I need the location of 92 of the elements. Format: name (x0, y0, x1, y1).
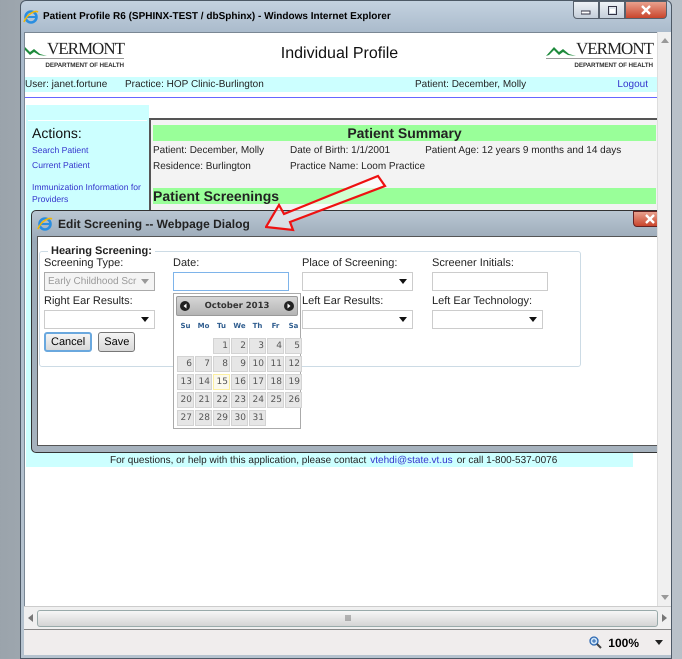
day-cell[interactable]: 1 (213, 338, 230, 354)
input-field[interactable] (432, 272, 548, 291)
day-cell[interactable]: 7 (195, 356, 212, 372)
scroll-right-icon[interactable] (662, 614, 667, 622)
user-name: User: janet.fortune (25, 79, 108, 90)
day-cell[interactable]: 24 (249, 392, 266, 408)
email-link[interactable]: vtehdi@state.vt.us (370, 454, 453, 466)
day-cell[interactable]: 31 (249, 410, 266, 426)
minimize-button[interactable] (573, 1, 599, 19)
day-cell[interactable]: 30 (231, 410, 248, 426)
day-cell[interactable]: 14 (195, 374, 212, 390)
actions-heading: Actions: (32, 125, 83, 141)
day-cell[interactable]: 5 (285, 338, 302, 354)
info-text: Practice Name: Loom Practice (290, 161, 426, 172)
page-title: Individual Profile (280, 45, 398, 63)
day-cell[interactable]: 18 (267, 374, 284, 390)
zoom-level[interactable]: 100% (608, 636, 639, 650)
info-text: Date of Birth: 1/1/2001 (290, 145, 392, 156)
day-cell[interactable]: 4 (267, 338, 284, 354)
day-cell[interactable]: 26 (285, 392, 302, 408)
close-button[interactable] (633, 211, 657, 227)
caret-icon (141, 317, 149, 322)
day-cell[interactable]: 11 (267, 356, 284, 372)
day-cell[interactable]: 17 (249, 374, 266, 390)
caret-icon (141, 279, 149, 284)
field-label: Right Ear Results: (44, 295, 134, 307)
close-icon (641, 5, 651, 15)
info-text: Patient Age: 12 years 9 months and 14 days (425, 145, 622, 156)
grip-icon (344, 615, 350, 621)
input-field[interactable] (173, 272, 289, 291)
day-cell[interactable]: 23 (231, 392, 248, 408)
zoom-icon[interactable] (589, 636, 602, 649)
day-cell[interactable]: 28 (195, 410, 212, 426)
close-button[interactable] (625, 1, 667, 19)
field-label: Date: (173, 257, 200, 269)
day-cell[interactable]: 3 (249, 338, 266, 354)
caret-icon[interactable] (655, 640, 663, 645)
logo-text: VERMONT (46, 40, 124, 56)
browser-logo-icon (37, 216, 53, 232)
scrollbar-thumb[interactable] (37, 610, 658, 626)
scroll-left-icon[interactable] (28, 614, 33, 622)
day-cell[interactable]: 8 (213, 356, 230, 372)
caret-icon (399, 279, 407, 284)
practice-name: Practice: HOP Clinic-Burlington (125, 79, 265, 90)
maximize-button[interactable] (599, 1, 625, 19)
day-cell[interactable]: 22 (213, 392, 230, 408)
dialog-title: Edit Screening -- Webpage Dialog (58, 216, 251, 230)
day-cell[interactable]: 16 (231, 374, 248, 390)
previous-month-icon[interactable] (180, 301, 190, 311)
sidebar-link[interactable]: Current Patient (32, 158, 147, 173)
day-cell[interactable]: 25 (267, 392, 284, 408)
field-label: Place of Screening: (302, 257, 398, 269)
footer-text: or call 1-800-537-0076 (456, 454, 558, 466)
next-month-icon[interactable] (284, 301, 294, 311)
section-header: Patient Screenings (153, 188, 656, 204)
month-title: October 2013 (204, 301, 270, 311)
logo-text: VERMONT (576, 40, 653, 56)
field-label: Left Ear Results: (302, 295, 384, 307)
day-cell[interactable]: 15 (213, 374, 230, 390)
caret-icon (529, 317, 537, 322)
field-label: Screening Type: (44, 257, 124, 269)
dialog-button[interactable]: Save (98, 332, 136, 352)
patient-name: Patient: December, Molly (415, 79, 528, 90)
day-cell[interactable]: 19 (285, 374, 302, 390)
footer-text: For questions, or help with this application, please contact (110, 454, 366, 466)
window-title: Patient Profile R6 (SPHINX-TEST / dbSphinx) - Windows Internet Explorer (43, 11, 392, 22)
scroll-down-icon[interactable] (660, 595, 668, 600)
sidebar-link[interactable]: Search Patient (32, 143, 147, 158)
browser-logo-icon (23, 8, 39, 24)
section-legend: Hearing Screening: (48, 245, 155, 257)
day-cell[interactable]: 9 (231, 356, 248, 372)
field-label: Left Ear Technology: (432, 295, 534, 307)
info-text: Residence: Burlington (153, 161, 252, 172)
field-label: Screener Initials: (432, 257, 515, 269)
sidebar-link[interactable]: Immunization Information for Providers (32, 181, 147, 205)
info-text: Patient: December, Molly (153, 145, 266, 156)
day-cell[interactable]: 13 (177, 374, 194, 390)
maximize-icon (608, 6, 616, 14)
section-header: Patient Summary (153, 125, 656, 141)
logout-link[interactable]: Logout (617, 79, 648, 90)
day-cell[interactable]: 20 (177, 392, 194, 408)
day-cell[interactable]: 27 (177, 410, 194, 426)
caret-icon (399, 317, 407, 322)
close-icon (645, 214, 655, 224)
day-cell[interactable]: 10 (249, 356, 266, 372)
day-cell[interactable]: 21 (195, 392, 212, 408)
day-cell[interactable]: 6 (177, 356, 194, 372)
day-cell[interactable]: 2 (231, 338, 248, 354)
scroll-up-icon[interactable] (660, 38, 668, 43)
day-cell[interactable]: 29 (213, 410, 230, 426)
day-cell[interactable]: 12 (285, 356, 302, 372)
dialog-button[interactable]: Cancel (44, 332, 92, 352)
